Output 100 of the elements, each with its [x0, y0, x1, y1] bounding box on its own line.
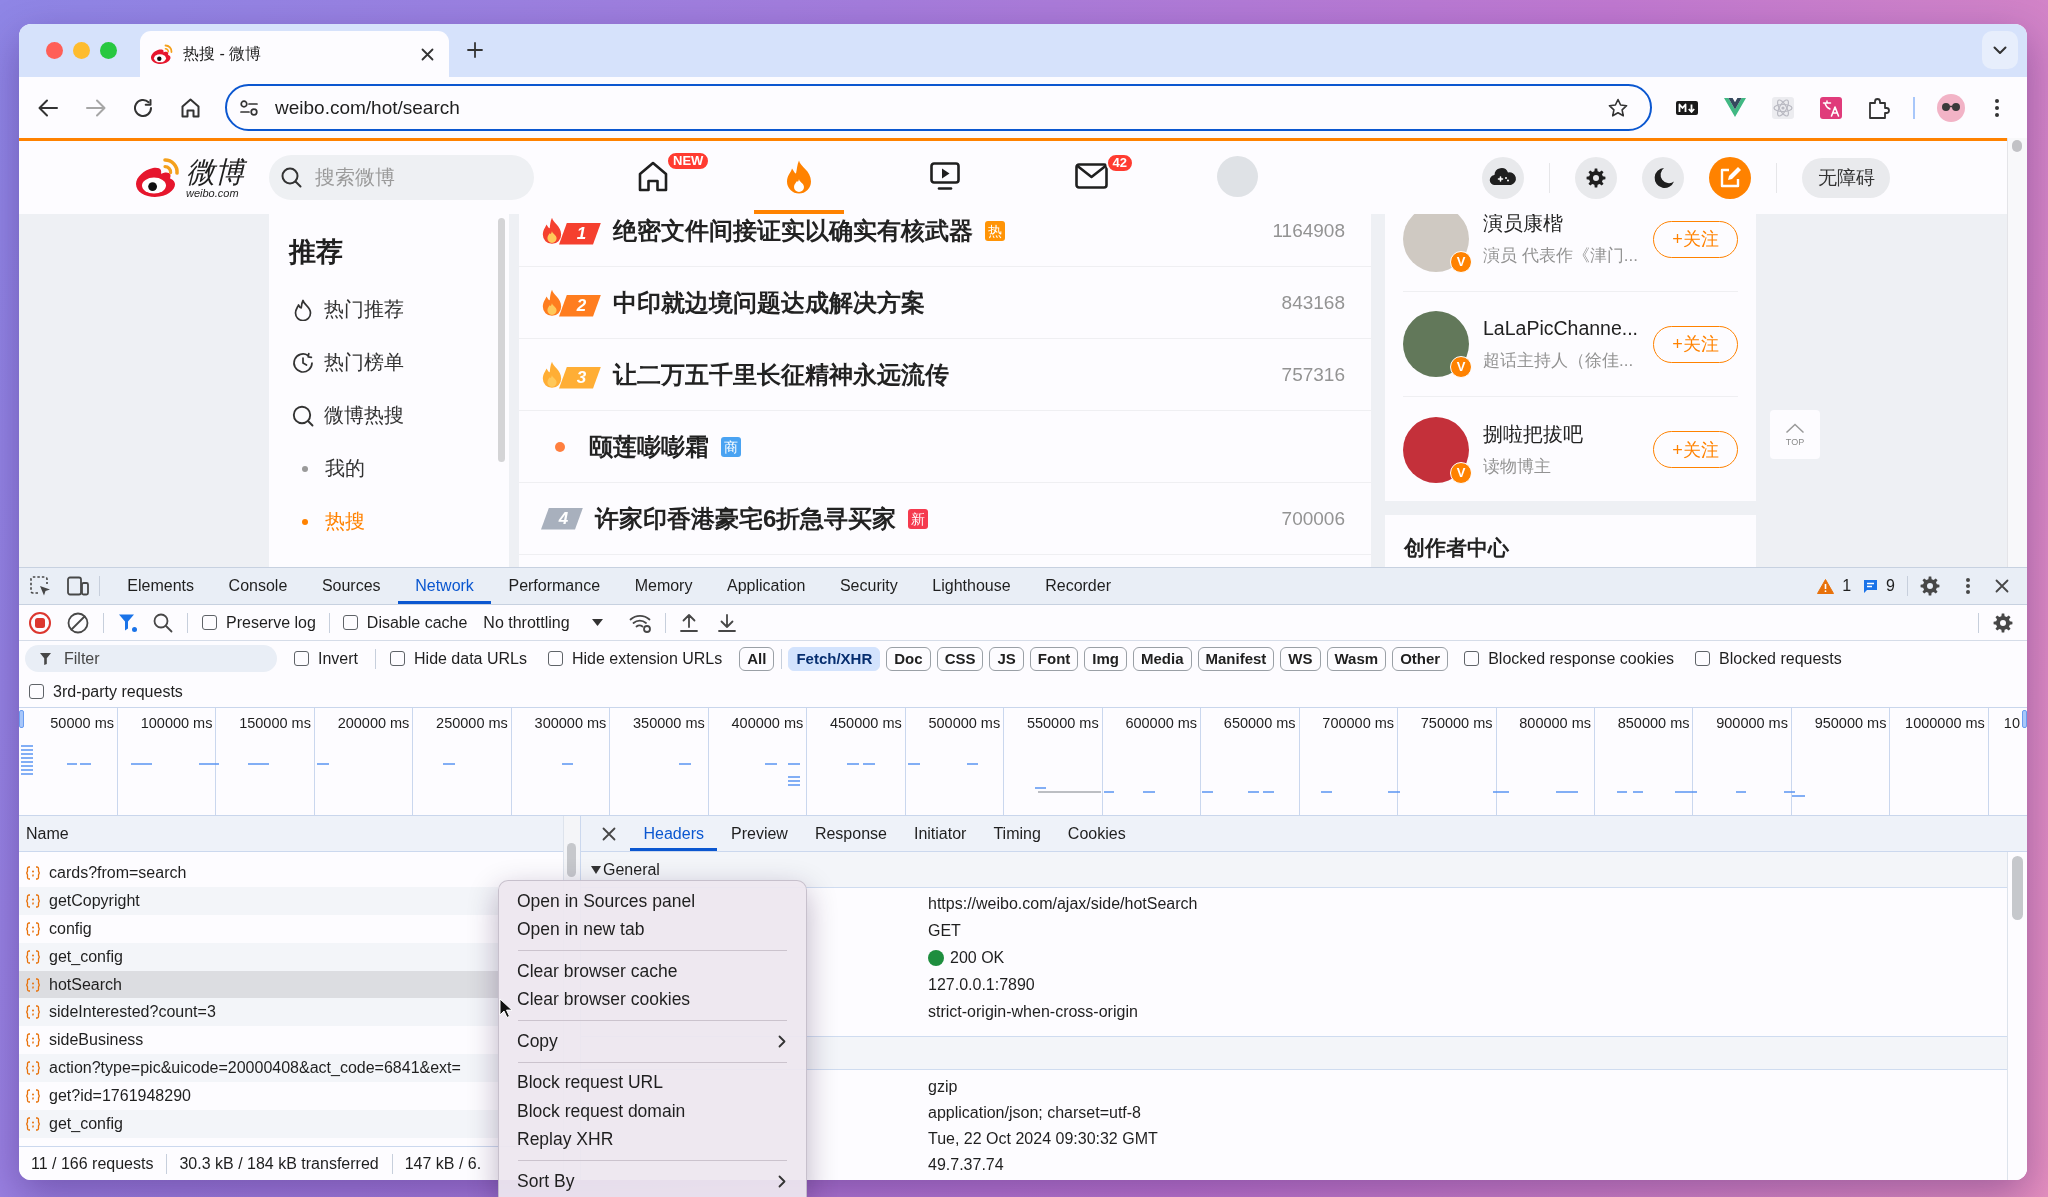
- puzzle-icon[interactable]: [1868, 96, 1890, 119]
- detail-tab[interactable]: Headers: [630, 816, 718, 851]
- overview-handle[interactable]: [2022, 710, 2027, 728]
- messages-button[interactable]: 9: [1863, 577, 1895, 595]
- filter-icon[interactable]: [118, 612, 138, 633]
- request-row[interactable]: get_config: [19, 942, 498, 971]
- checkbox[interactable]: [29, 684, 44, 699]
- menu-item[interactable]: Block request domain: [499, 1097, 806, 1126]
- checkbox-label[interactable]: Invert: [318, 649, 358, 668]
- scrollbar-thumb[interactable]: [498, 218, 505, 462]
- chevron-logo-icon[interactable]: [1724, 98, 1746, 117]
- inspect-icon[interactable]: [29, 575, 51, 597]
- more-icon[interactable]: [1995, 98, 1999, 117]
- checkbox-label[interactable]: 3rd-party requests: [53, 682, 183, 701]
- sidebar-link[interactable]: 微博热搜: [289, 389, 498, 442]
- panel-tab[interactable]: Performance: [491, 568, 618, 604]
- request-row[interactable]: hotSearch: [19, 970, 498, 999]
- type-filter-chip[interactable]: Other: [1392, 646, 1449, 671]
- type-filter-chip[interactable]: WS: [1280, 646, 1321, 671]
- checkbox[interactable]: [547, 651, 563, 666]
- avatar-icon[interactable]: [1937, 93, 1965, 122]
- user-name[interactable]: 演员康楷: [1483, 214, 1638, 237]
- detail-tab[interactable]: Preview: [717, 816, 802, 851]
- close-icon[interactable]: [602, 826, 616, 841]
- upload-icon[interactable]: [678, 612, 699, 633]
- issues-button[interactable]: 1: [1817, 577, 1852, 595]
- menu-item[interactable]: Block request URL: [499, 1068, 806, 1097]
- settings-icon[interactable]: [1575, 156, 1617, 199]
- markdown-icon[interactable]: [1676, 100, 1698, 115]
- section-header[interactable]: General: [581, 852, 2007, 888]
- type-filter-chip[interactable]: Fetch/XHR: [788, 646, 881, 671]
- topic-link[interactable]: 颐莲嘭嘭霜: [589, 430, 709, 463]
- tab-list-button[interactable]: [1982, 31, 2018, 69]
- menu-item[interactable]: Copy: [499, 1027, 806, 1056]
- menu-item[interactable]: Sort By: [499, 1167, 806, 1196]
- request-row[interactable]: get_config: [19, 1110, 498, 1138]
- type-filter-chip[interactable]: Wasm: [1326, 646, 1387, 671]
- bookmark-star-icon[interactable]: [1608, 97, 1628, 118]
- panel-tab[interactable]: Recorder: [1027, 568, 1129, 604]
- checkbox-label[interactable]: Blocked requests: [1719, 649, 1842, 668]
- accessibility-button[interactable]: 无障碍: [1802, 157, 1890, 198]
- reload-icon[interactable]: [133, 97, 153, 118]
- record-icon[interactable]: [29, 611, 51, 634]
- request-row[interactable]: cards?from=search: [19, 859, 498, 887]
- cloud-gamepad-icon[interactable]: [1482, 156, 1524, 199]
- triangle-down-icon[interactable]: [591, 865, 601, 874]
- settings-icon[interactable]: [1920, 576, 1940, 596]
- panel-tab[interactable]: Elements: [110, 568, 212, 604]
- detail-tab[interactable]: Cookies: [1054, 816, 1140, 851]
- request-row[interactable]: getCopyright: [19, 886, 498, 915]
- menu-item[interactable]: Clear browser cache: [499, 957, 806, 986]
- home-icon[interactable]: [181, 97, 200, 118]
- search-icon[interactable]: [153, 612, 173, 633]
- detail-tab[interactable]: Timing: [979, 816, 1055, 851]
- request-row[interactable]: sideInterested?count=3: [19, 998, 498, 1027]
- dark-mode-icon[interactable]: [1642, 156, 1684, 199]
- download-icon[interactable]: [716, 612, 737, 633]
- type-filter-chip[interactable]: Font: [1029, 646, 1079, 671]
- checkbox[interactable]: [202, 615, 217, 630]
- type-filter-chip[interactable]: CSS: [936, 646, 984, 671]
- panel-tab[interactable]: Security: [822, 568, 915, 604]
- search-field[interactable]: 搜索微博: [269, 155, 534, 200]
- detail-tab[interactable]: Response: [801, 816, 901, 851]
- request-row[interactable]: config: [19, 914, 498, 943]
- panel-tab[interactable]: Network: [397, 568, 492, 604]
- request-row[interactable]: get?id=1761948290: [19, 1082, 498, 1110]
- address-bar[interactable]: weibo.com/hot/search: [225, 84, 1652, 131]
- checkbox-label[interactable]: Blocked response cookies: [1488, 649, 1675, 668]
- topic-link[interactable]: 中印就边境问题达成解决方案: [613, 286, 925, 319]
- sidebar-link[interactable]: 我的: [289, 442, 498, 495]
- user-name[interactable]: 捌啦把拔吧: [1483, 419, 1583, 448]
- checkbox-label[interactable]: Hide extension URLs: [571, 649, 723, 668]
- mail-icon[interactable]: [1074, 163, 1108, 189]
- site-settings-icon[interactable]: [240, 99, 258, 116]
- sidebar-link[interactable]: 热门推荐: [289, 283, 498, 336]
- checkbox-label[interactable]: Disable cache: [366, 613, 468, 632]
- panel-tab[interactable]: Lighthouse: [915, 568, 1028, 604]
- panel-tab[interactable]: Application: [709, 568, 823, 604]
- more-icon[interactable]: [1966, 578, 1970, 594]
- close-icon[interactable]: [421, 47, 434, 61]
- checkbox-label[interactable]: Hide data URLs: [414, 649, 527, 668]
- home-icon[interactable]: [638, 160, 668, 192]
- sidebar-link[interactable]: 热门榜单: [289, 336, 498, 389]
- request-row[interactable]: sideBusiness: [19, 1026, 498, 1055]
- new-tab-icon[interactable]: [467, 42, 483, 58]
- throttling-select[interactable]: No throttling: [483, 613, 603, 632]
- type-filter-chip[interactable]: All: [739, 646, 775, 671]
- checkbox[interactable]: [390, 651, 405, 666]
- section-title[interactable]: General: [603, 860, 660, 879]
- scrollbar-thumb[interactable]: [567, 843, 576, 877]
- checkbox[interactable]: [342, 615, 358, 630]
- translate-icon[interactable]: [1820, 96, 1842, 119]
- overview-handle[interactable]: [19, 710, 24, 728]
- detail-tab[interactable]: Initiator: [900, 816, 980, 851]
- menu-item[interactable]: Replay XHR: [499, 1125, 806, 1154]
- checkbox[interactable]: [1464, 651, 1480, 666]
- menu-item[interactable]: Open in Sources panel: [499, 887, 806, 916]
- topic-link[interactable]: 许家印香港豪宅6折急寻买家: [595, 502, 897, 535]
- type-filter-chip[interactable]: Doc: [886, 646, 931, 671]
- close-icon[interactable]: [1995, 579, 2009, 593]
